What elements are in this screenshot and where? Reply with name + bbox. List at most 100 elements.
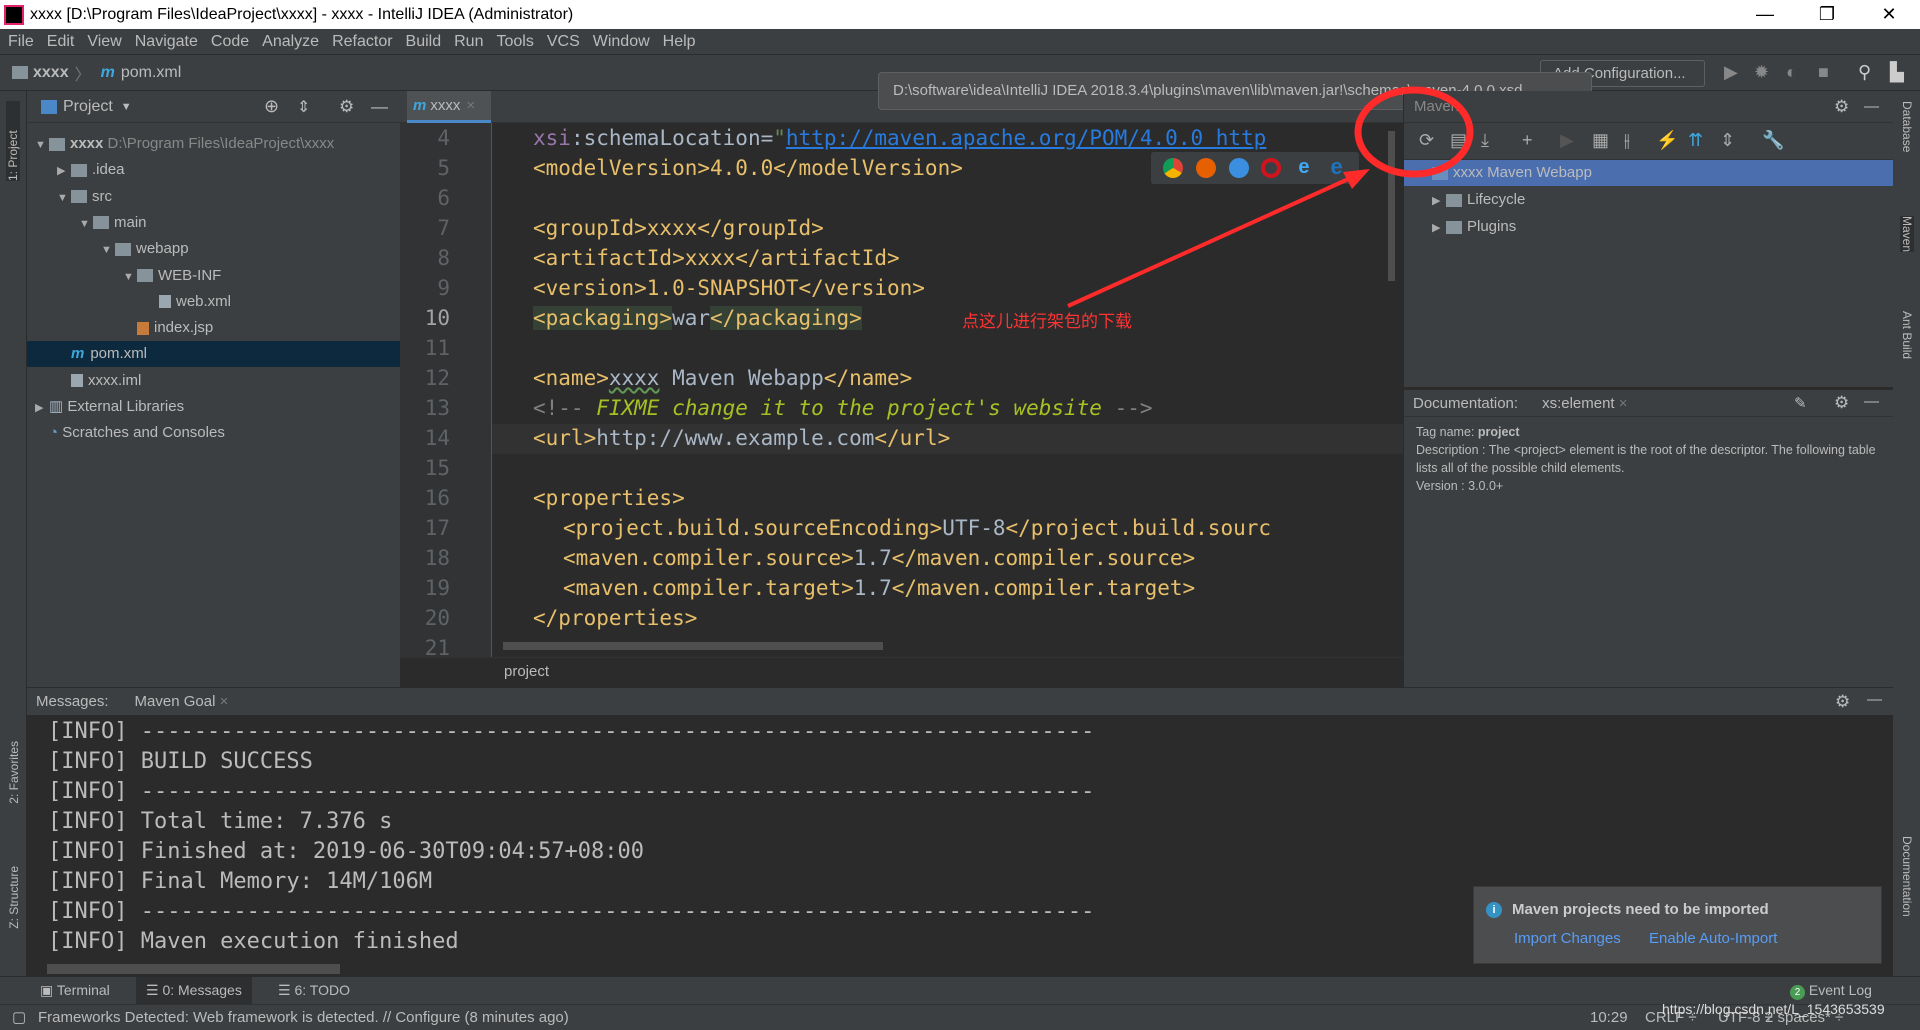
close-button[interactable]: ✕ <box>1866 0 1912 29</box>
collapse-all-icon[interactable]: ⇕ <box>297 97 310 117</box>
chevron-down-icon[interactable]: ▼ <box>121 101 132 113</box>
project-tree-item[interactable]: ▶ ▥ External Libraries <box>27 394 400 420</box>
firefox-icon[interactable] <box>1195 158 1216 178</box>
chevron-right-icon[interactable]: ▶ <box>35 395 49 421</box>
tool-maven[interactable]: Maven <box>1900 216 1914 253</box>
close-tab-icon[interactable]: × <box>220 693 229 710</box>
tool-favorites[interactable]: 2: Favorites <box>7 741 21 804</box>
edit-source-icon[interactable]: ✎ <box>1794 394 1807 412</box>
collapse-all-icon[interactable]: ⇕ <box>1720 130 1735 151</box>
breadcrumb-project[interactable]: xxxx <box>33 64 69 82</box>
settings-wrench-icon[interactable]: 🔧 <box>1762 130 1784 151</box>
chevron-right-icon[interactable]: ▶ <box>57 158 71 184</box>
menu-code[interactable]: Code <box>211 33 249 51</box>
menu-vcs[interactable]: VCS <box>547 33 580 51</box>
hide-icon[interactable]: — <box>1867 691 1882 708</box>
menu-file[interactable]: File <box>8 33 34 51</box>
chevron-down-icon[interactable]: ▼ <box>101 237 115 263</box>
project-tree-item[interactable]: ▶ .idea <box>27 157 400 183</box>
tab-pom-xml[interactable]: m xxxx × <box>407 91 491 123</box>
close-tab-icon[interactable]: × <box>466 97 475 114</box>
tool-documentation[interactable]: Documentation <box>1900 836 1914 917</box>
chevron-down-icon[interactable]: ▼ <box>123 264 137 290</box>
gear-icon[interactable]: ⚙ <box>339 97 354 117</box>
project-tree-item[interactable]: index.jsp <box>27 315 400 341</box>
vertical-scrollbar[interactable] <box>1388 131 1395 281</box>
menu-run[interactable]: Run <box>454 33 483 51</box>
tool-database[interactable]: Database <box>1900 101 1914 152</box>
gear-icon[interactable]: ⚙ <box>1834 91 1849 123</box>
chevron-down-icon[interactable]: ▼ <box>79 211 93 237</box>
search-icon[interactable]: ⚲ <box>1858 62 1871 83</box>
project-tree-item[interactable]: web.xml <box>27 289 400 315</box>
minimize-button[interactable]: — <box>1742 0 1788 29</box>
import-changes-link[interactable]: Import Changes <box>1514 930 1621 947</box>
hide-icon[interactable]: — <box>371 97 388 117</box>
menu-navigate[interactable]: Navigate <box>135 33 198 51</box>
schema-url-link[interactable]: http://maven.apache.org/POM/4.0.0 http <box>786 126 1266 150</box>
tool-project[interactable]: 1: Project <box>6 101 20 181</box>
project-tree-item[interactable]: ▼ xxxx D:\Program Files\IdeaProject\xxxx <box>27 131 400 157</box>
project-tree-item[interactable]: ◔ Scratches and Consoles <box>27 420 400 446</box>
menu-build[interactable]: Build <box>406 33 442 51</box>
menu-view[interactable]: View <box>87 33 121 51</box>
debug-icon[interactable]: ✹ <box>1754 62 1769 83</box>
project-tree-item[interactable]: ▼ WEB-INF <box>27 263 400 289</box>
gear-icon[interactable]: ⚙ <box>1834 393 1849 413</box>
edge-icon[interactable]: e <box>1327 156 1347 178</box>
tab-maven-goal[interactable]: Maven Goal × <box>124 687 239 716</box>
toggle-offline-icon[interactable]: ⫲ <box>1624 130 1630 151</box>
maximize-button[interactable]: ❐ <box>1804 0 1850 29</box>
safari-icon[interactable] <box>1228 158 1249 178</box>
maven-tree-item[interactable]: ▶ Lifecycle <box>1404 187 1894 213</box>
menu-refactor[interactable]: Refactor <box>332 33 392 51</box>
enable-auto-import-link[interactable]: Enable Auto-Import <box>1649 930 1777 947</box>
reimport-icon[interactable]: ⟳ <box>1419 130 1434 151</box>
locate-icon[interactable]: ⊕ <box>264 96 279 117</box>
status-message[interactable]: Frameworks Detected: Web framework is de… <box>38 1005 569 1030</box>
project-tree-item[interactable]: m pom.xml <box>27 341 400 368</box>
menu-analyze[interactable]: Analyze <box>262 33 319 51</box>
menu-tools[interactable]: Tools <box>496 33 533 51</box>
tool-todo[interactable]: ☰ 6: TODO <box>278 982 350 999</box>
close-tab-icon[interactable]: × <box>1619 395 1628 412</box>
project-tree-item[interactable]: ▼ main <box>27 210 400 236</box>
editor-breadcrumb[interactable]: project <box>400 657 1403 687</box>
execute-goal-icon[interactable]: ▦ <box>1592 130 1609 151</box>
project-tree-item[interactable]: ▼ src <box>27 184 400 210</box>
tool-messages[interactable]: ☰ 0: Messages <box>136 977 252 1004</box>
hide-icon[interactable]: — <box>1864 91 1879 123</box>
tool-terminal[interactable]: ▣ Terminal <box>40 982 110 999</box>
maven-tree-item[interactable]: ▼ xxxx Maven Webapp <box>1404 160 1894 186</box>
internet-explorer-icon[interactable]: e <box>1294 157 1314 178</box>
project-tree-item[interactable]: ▼ webapp <box>27 236 400 262</box>
gear-icon[interactable]: ⚙ <box>1835 692 1850 712</box>
coverage-icon[interactable]: ◐ <box>1786 62 1797 83</box>
chevron-down-icon[interactable]: ▼ <box>57 185 71 211</box>
show-dependencies-icon[interactable]: ⇈ <box>1688 130 1703 151</box>
caret-position[interactable]: 10:29 <box>1590 1005 1628 1030</box>
project-view-title[interactable]: Project <box>63 98 113 116</box>
maven-tree-item[interactable]: ▶ Plugins <box>1404 214 1894 240</box>
tool-structure[interactable]: Z: Structure <box>7 866 21 929</box>
toggle-tool-windows-icon[interactable]: ▢ <box>12 1005 26 1030</box>
hide-icon[interactable]: — <box>1864 393 1879 410</box>
menu-window[interactable]: Window <box>593 33 650 51</box>
chevron-down-icon[interactable]: ▼ <box>35 132 49 158</box>
console-horizontal-scrollbar[interactable] <box>47 964 340 974</box>
chrome-icon[interactable] <box>1163 158 1184 178</box>
tab-xs-element[interactable]: xs:element × <box>1534 394 1636 412</box>
horizontal-scrollbar[interactable] <box>503 642 883 650</box>
stop-icon[interactable]: ■ <box>1818 62 1829 83</box>
tool-ant-build[interactable]: Ant Build <box>1900 311 1914 359</box>
run-icon[interactable]: ▶ <box>1724 62 1738 83</box>
menu-help[interactable]: Help <box>663 33 696 51</box>
project-tree-item[interactable]: xxxx.iml <box>27 368 400 394</box>
run-icon[interactable]: ▶ <box>1560 130 1574 151</box>
add-icon[interactable]: + <box>1522 130 1533 151</box>
breadcrumb-file[interactable]: pom.xml <box>121 64 181 82</box>
download-icon[interactable]: ⤓ <box>1481 130 1489 151</box>
generate-sources-icon[interactable]: ▤ <box>1450 130 1467 151</box>
project-structure-icon[interactable]: ▙ <box>1890 62 1904 83</box>
skip-tests-icon[interactable]: ⚡ <box>1656 130 1678 151</box>
